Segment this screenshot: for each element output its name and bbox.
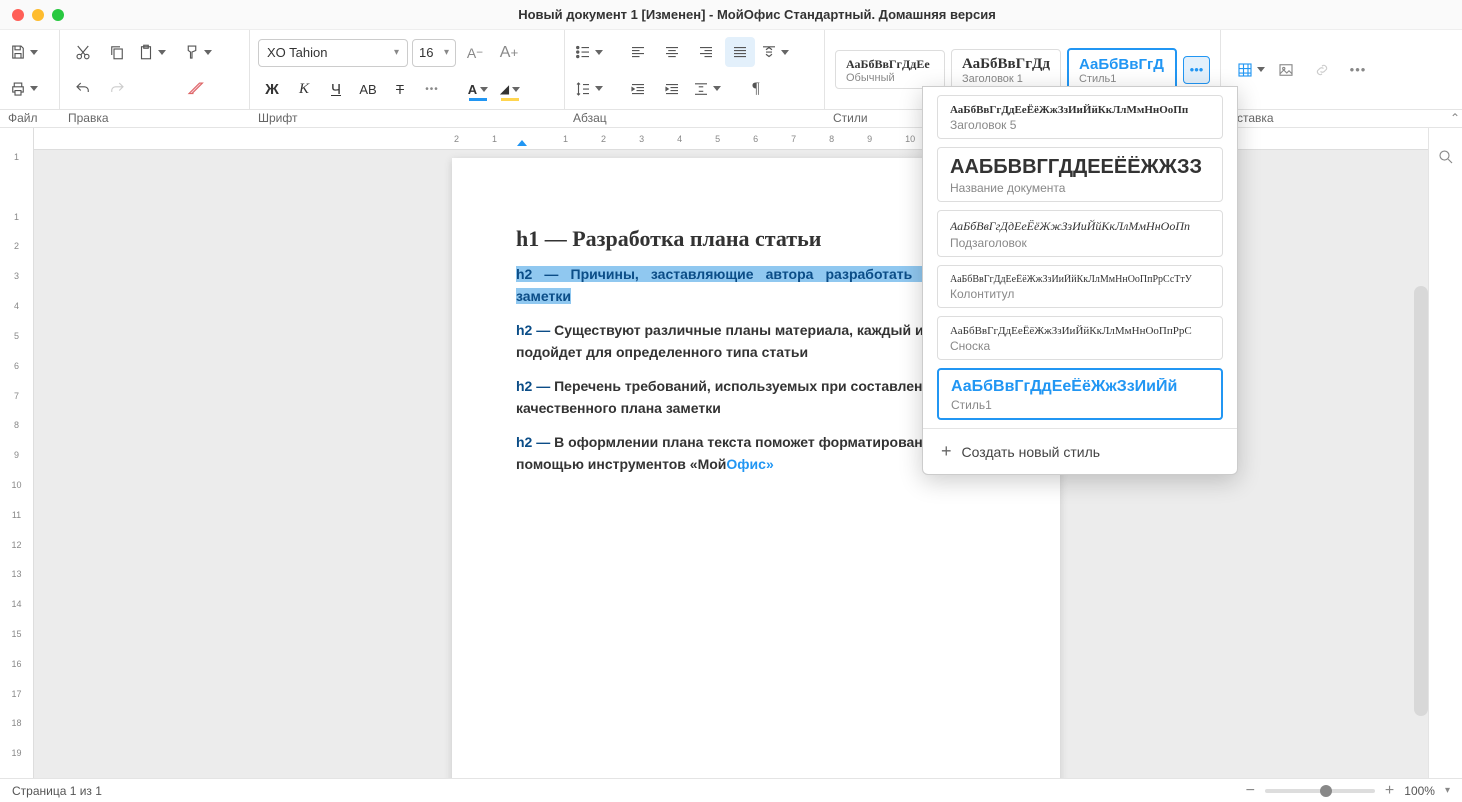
print-button[interactable] — [8, 74, 38, 104]
undo-button[interactable] — [68, 74, 98, 104]
line-spacing-button[interactable] — [573, 74, 603, 104]
titlebar: Новый документ 1 [Изменен] - МойОфис Ста… — [0, 0, 1462, 30]
font-size-select[interactable]: 16▾ — [412, 39, 456, 67]
minimize-icon[interactable] — [32, 9, 44, 21]
zoom-dropdown-icon[interactable]: ▾ — [1445, 785, 1450, 796]
search-icon[interactable] — [1431, 142, 1461, 172]
vertical-align-button[interactable] — [759, 37, 789, 67]
align-center-button[interactable] — [657, 37, 687, 67]
collapse-ribbon-icon[interactable]: ⌃ — [1442, 110, 1462, 127]
status-bar: Страница 1 из 1 − + 100% ▾ — [0, 778, 1462, 802]
increase-font-button[interactable]: A+ — [494, 38, 524, 68]
label-edit: Правка — [60, 110, 250, 127]
style-dropdown-item[interactable]: АаБбВвГгДдЕеЁёЖжЗзИиЙйСтиль1 — [937, 368, 1223, 420]
decrease-font-button[interactable]: A− — [460, 38, 490, 68]
align-justify-button[interactable] — [725, 37, 755, 67]
label-file: Файл — [0, 110, 60, 127]
strikethrough-button[interactable]: T — [386, 75, 414, 103]
maximize-icon[interactable] — [52, 9, 64, 21]
vertical-ruler: 112345678910111213141516171819 — [0, 128, 34, 778]
zoom-in-button[interactable]: + — [1385, 782, 1394, 800]
side-panel — [1428, 128, 1462, 778]
create-new-style-button[interactable]: + Создать новый стиль — [923, 428, 1237, 474]
zoom-out-button[interactable]: − — [1246, 782, 1255, 800]
underline-button[interactable]: Ч — [322, 75, 350, 103]
style-dropdown-item[interactable]: АаБбВвГгДдЕеЁёЖжЗзИиЙйКкЛлМмНнОоПпРрССно… — [937, 316, 1223, 360]
styles-more-button[interactable]: ••• — [1183, 56, 1210, 84]
tab-stops-button[interactable] — [691, 74, 721, 104]
zoom-slider[interactable] — [1265, 789, 1375, 793]
style-dropdown-item[interactable]: АаБбВвГгДдЕеЁёЖжЗзИиЙйКкЛлМмНнОоПпРрСсТт… — [937, 265, 1223, 308]
bullet-list-button[interactable] — [573, 37, 603, 67]
indent-marker-icon[interactable] — [517, 140, 527, 150]
align-left-button[interactable] — [623, 37, 653, 67]
format-painter-button[interactable] — [182, 37, 212, 67]
ribbon: XO Tahion▾ 16▾ A− A+ Ж К Ч АВ T ••• А ◢ — [0, 30, 1462, 110]
label-font: Шрифт — [250, 110, 565, 127]
copy-button[interactable] — [102, 37, 132, 67]
font-family-select[interactable]: XO Tahion▾ — [258, 39, 408, 67]
font-color-button[interactable]: А — [464, 75, 492, 103]
allcaps-button[interactable]: АВ — [354, 75, 382, 103]
style-dropdown-item[interactable]: ААББВВГГДДЕЕЁЁЖЖЗЗНазвание документа — [937, 147, 1223, 202]
more-font-button[interactable]: ••• — [418, 75, 446, 103]
label-para: Абзац — [565, 110, 825, 127]
save-button[interactable] — [8, 37, 38, 67]
clear-format-button[interactable] — [180, 74, 210, 104]
style-tile-heading1[interactable]: АаБбВвГгДд Заголовок 1 — [951, 49, 1061, 90]
style-tile-custom1[interactable]: АаБбВвГгД Стиль1 — [1067, 48, 1177, 91]
plus-icon: + — [941, 441, 952, 462]
styles-dropdown: АаБбВвГгДдЕеЁёЖжЗзИиЙйКкЛлМмНнОоПпЗаголо… — [922, 86, 1238, 475]
zoom-value: 100% — [1404, 784, 1435, 798]
insert-image-button[interactable] — [1271, 55, 1301, 85]
italic-button[interactable]: К — [290, 75, 318, 103]
ribbon-group-labels: Файл Правка Шрифт Абзац Стили Вставка ⌃ — [0, 110, 1462, 128]
insert-link-button[interactable] — [1307, 55, 1337, 85]
cut-button[interactable] — [68, 37, 98, 67]
insert-more-button[interactable]: ••• — [1343, 55, 1373, 85]
highlight-color-button[interactable]: ◢ — [496, 75, 524, 103]
window-title: Новый документ 1 [Изменен] - МойОфис Ста… — [64, 7, 1450, 22]
nonprinting-chars-button[interactable]: ¶ — [741, 74, 771, 104]
style-dropdown-item[interactable]: АаБбВвГгДдЕеЁёЖжЗзИиЙйКкЛлМмНнОоПпЗаголо… — [937, 95, 1223, 139]
decrease-indent-button[interactable] — [623, 74, 653, 104]
style-tile-normal[interactable]: АаБбВвГгДдЕе Обычный — [835, 50, 945, 89]
style-dropdown-item[interactable]: АаБбВвГгДдЕеЁёЖжЗзИиЙйКкЛлМмНнОоПпПодзаг… — [937, 210, 1223, 257]
page-status: Страница 1 из 1 — [12, 784, 102, 798]
window-controls — [12, 9, 64, 21]
vertical-scrollbar[interactable] — [1414, 286, 1428, 716]
close-icon[interactable] — [12, 9, 24, 21]
insert-table-button[interactable] — [1235, 55, 1265, 85]
increase-indent-button[interactable] — [657, 74, 687, 104]
paste-button[interactable] — [136, 37, 166, 67]
align-right-button[interactable] — [691, 37, 721, 67]
redo-button[interactable] — [102, 74, 132, 104]
workspace: 112345678910111213141516171819 211234567… — [0, 128, 1462, 778]
bold-button[interactable]: Ж — [258, 75, 286, 103]
